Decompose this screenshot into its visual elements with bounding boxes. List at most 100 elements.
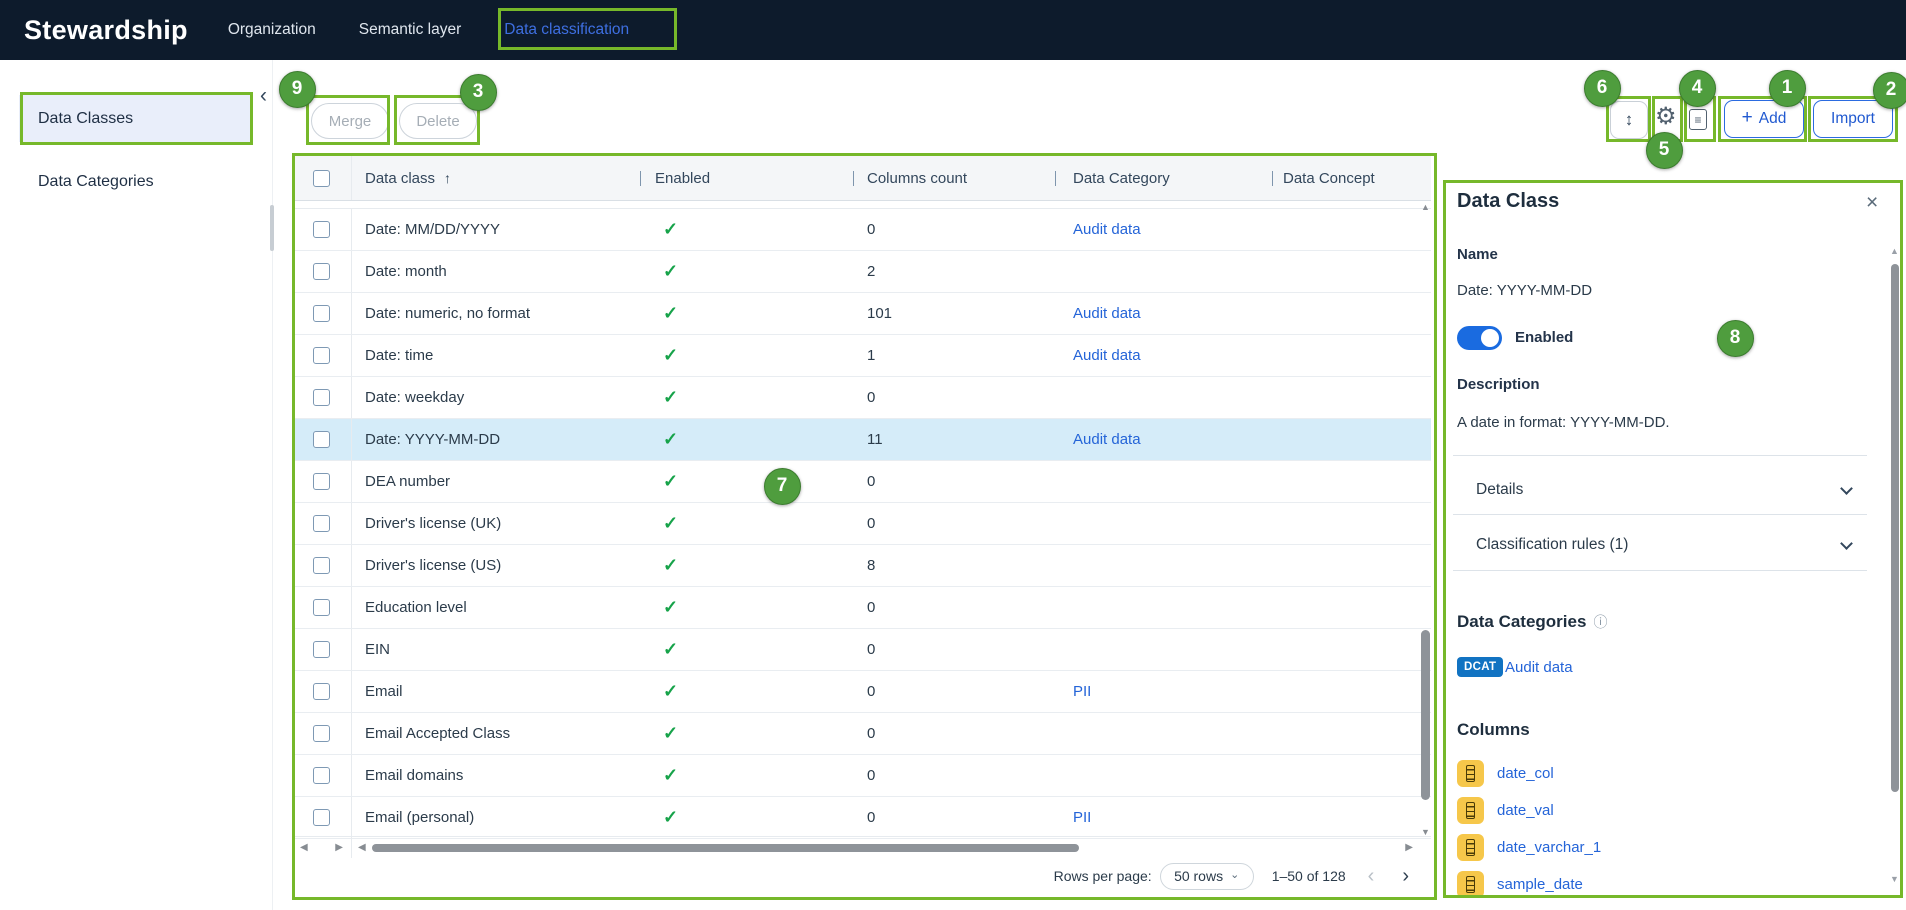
table-row[interactable]: Email Accepted Class✓0 <box>292 713 1431 755</box>
nav-tab-data-classification[interactable]: Data classification <box>504 21 629 39</box>
nav-tab-semantic-layer[interactable]: Semantic layer <box>359 21 462 39</box>
column-link[interactable]: sample_date <box>1497 876 1583 893</box>
row-checkbox[interactable] <box>313 767 330 784</box>
panel-scrollbar[interactable]: ▲ ▼ <box>1889 246 1900 890</box>
data-class-cell[interactable]: EIN <box>352 629 640 670</box>
data-class-cell[interactable]: Education level <box>352 587 640 628</box>
data-category-link[interactable]: Audit data <box>1073 431 1141 448</box>
data-class-cell[interactable]: Email Accepted Class <box>352 713 640 754</box>
row-checkbox[interactable] <box>313 431 330 448</box>
row-checkbox[interactable] <box>313 473 330 490</box>
data-category-link[interactable]: PII <box>1073 683 1091 700</box>
table-row[interactable]: EIN✓0 <box>292 629 1431 671</box>
data-class-cell[interactable]: Email (personal) <box>352 797 640 838</box>
data-class-cell[interactable]: Date: YYYY-MM-DD <box>352 419 640 460</box>
column-header-data-class[interactable]: Data class↑ <box>352 156 640 200</box>
table-row[interactable]: Date: numeric, no format✓101Audit data <box>292 293 1431 335</box>
data-class-cell[interactable]: Driver's license (UK) <box>352 503 640 544</box>
accordion-details[interactable]: Details <box>1453 470 1867 510</box>
column-link[interactable]: date_varchar_1 <box>1497 839 1601 856</box>
row-checkbox[interactable] <box>313 809 330 826</box>
data-class-cell[interactable]: DEA number <box>352 461 640 502</box>
data-class-cell[interactable]: Email <box>352 671 640 712</box>
data-category-cell <box>1055 629 1272 670</box>
table-row[interactable]: Email domains✓0 <box>292 755 1431 797</box>
next-page-button[interactable]: › <box>1402 865 1409 888</box>
scroll-up-icon[interactable]: ▲ <box>1890 246 1899 256</box>
data-class-cell[interactable]: Date: MM/DD/YYYY <box>352 209 640 250</box>
data-class-cell[interactable]: Date: time <box>352 335 640 376</box>
row-checkbox[interactable] <box>313 641 330 658</box>
table-row[interactable]: DEA number✓0 <box>292 461 1431 503</box>
table-row[interactable]: Date: month✓2 <box>292 251 1431 293</box>
main-horizontal-scrollbar[interactable]: ◀ ▶ <box>352 837 1431 858</box>
sidebar-item-data-classes[interactable]: Data Classes <box>19 95 251 142</box>
row-checkbox[interactable] <box>313 599 330 616</box>
scroll-up-icon[interactable]: ▲ <box>1421 202 1430 212</box>
table-row[interactable]: Email✓0PII <box>292 671 1431 713</box>
panel-scroll-thumb[interactable] <box>1891 264 1899 792</box>
scroll-right-icon[interactable]: ▶ <box>1405 842 1413 853</box>
row-checkbox[interactable] <box>313 557 330 574</box>
scroll-left-icon[interactable]: ◀ <box>358 842 366 853</box>
settings-gear-icon[interactable]: ⚙ <box>1655 105 1677 129</box>
sidebar-scrollbar[interactable] <box>270 205 274 251</box>
accordion-classification-rules-1[interactable]: Classification rules (1) <box>1453 525 1867 565</box>
table-row[interactable]: Date: weekday✓0 <box>292 377 1431 419</box>
data-category-link[interactable]: Audit data <box>1073 305 1141 322</box>
rows-per-page-select[interactable]: 50 rows ⌄ <box>1160 863 1254 890</box>
data-class-cell[interactable]: Date: month <box>352 251 640 292</box>
row-checkbox[interactable] <box>313 515 330 532</box>
enabled-toggle[interactable] <box>1457 326 1502 350</box>
column-header-enabled[interactable]: Enabled <box>640 156 853 200</box>
column-header-columns-count[interactable]: Columns count <box>853 156 1055 200</box>
table-row[interactable]: Driver's license (US)✓8 <box>292 545 1431 587</box>
table-row[interactable]: Date: MM/DD/YYYY✓0Audit data <box>292 209 1431 251</box>
vertical-scroll-thumb[interactable] <box>1421 630 1430 800</box>
row-checkbox[interactable] <box>313 305 330 322</box>
data-category-link[interactable]: Audit data <box>1073 221 1141 238</box>
column-header-data-concept[interactable]: Data Concept <box>1272 156 1418 200</box>
column-link[interactable]: date_col <box>1497 765 1554 782</box>
close-icon[interactable]: × <box>1866 191 1878 215</box>
info-icon[interactable]: ⓘ <box>1593 614 1607 630</box>
row-checkbox[interactable] <box>313 347 330 364</box>
table-row[interactable]: Date: time✓1Audit data <box>292 335 1431 377</box>
delete-button[interactable]: Delete <box>399 103 477 139</box>
data-class-cell[interactable]: Driver's license (US) <box>352 545 640 586</box>
frozen-column-scrollbar[interactable]: ◀ ▶ <box>292 837 352 858</box>
list-view-icon[interactable]: ≡ <box>1689 109 1707 130</box>
column-link[interactable]: date_val <box>1497 802 1554 819</box>
sidebar-collapse-icon[interactable]: ‹ <box>260 84 267 108</box>
scroll-right-icon[interactable]: ▶ <box>335 842 343 853</box>
data-class-cell[interactable]: Email domains <box>352 755 640 796</box>
row-checkbox[interactable] <box>313 683 330 700</box>
table-row[interactable]: Education level✓0 <box>292 587 1431 629</box>
row-checkbox[interactable] <box>313 389 330 406</box>
data-category-link[interactable]: PII <box>1073 809 1091 826</box>
data-category-link[interactable]: Audit data <box>1073 347 1141 364</box>
column-header-data-category[interactable]: Data Category <box>1055 156 1272 200</box>
nav-tab-organization[interactable]: Organization <box>228 21 316 39</box>
merge-button[interactable]: Merge <box>311 103 389 139</box>
scroll-down-icon[interactable]: ▼ <box>1890 874 1899 884</box>
prev-page-button[interactable]: ‹ <box>1368 865 1375 888</box>
scroll-left-icon[interactable]: ◀ <box>300 842 308 853</box>
row-checkbox[interactable] <box>313 263 330 280</box>
data-class-cell[interactable]: Date: weekday <box>352 377 640 418</box>
annotation-badge-5: 5 <box>1646 132 1683 169</box>
sidebar-item-data-categories[interactable]: Data Categories <box>19 158 251 205</box>
table-vertical-scrollbar[interactable]: ▲ ▼ <box>1419 202 1431 837</box>
table-row[interactable]: Driver's license (UK)✓0 <box>292 503 1431 545</box>
table-row[interactable]: Date: YYYY-MM-DD✓11Audit data <box>292 419 1431 461</box>
chevron-down-icon: ⌄ <box>1230 868 1239 881</box>
data-class-cell[interactable]: Date: numeric, no format <box>352 293 640 334</box>
horizontal-scroll-thumb[interactable] <box>372 844 1079 852</box>
table-row[interactable]: Email (personal)✓0PII <box>292 797 1431 839</box>
data-category-link[interactable]: Audit data <box>1505 659 1573 676</box>
enabled-cell: ✓ <box>640 503 853 544</box>
row-checkbox[interactable] <box>313 725 330 742</box>
row-checkbox[interactable] <box>313 221 330 238</box>
select-all-checkbox[interactable] <box>313 170 330 187</box>
resize-vertical-button[interactable]: ↕ <box>1610 101 1648 139</box>
